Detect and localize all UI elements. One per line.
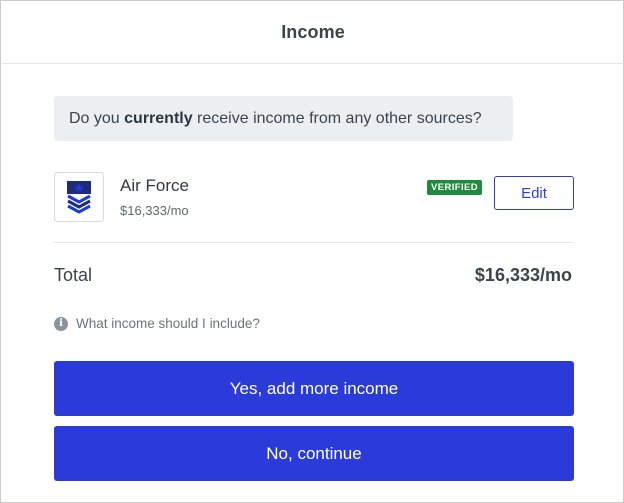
air-force-chevron-icon bbox=[54, 172, 104, 222]
question-emphasis: currently bbox=[124, 109, 193, 127]
income-source-name: Air Force bbox=[120, 176, 189, 195]
divider bbox=[54, 242, 574, 243]
total-label: Total bbox=[54, 265, 93, 285]
income-source-amount: $16,333/mo bbox=[120, 203, 189, 218]
info-icon: i bbox=[54, 316, 68, 331]
add-more-income-button[interactable]: Yes, add more income bbox=[54, 361, 574, 416]
income-source-row: Air Force $16,333/mo VERIFIED Edit bbox=[54, 172, 574, 224]
dialog-title: Income bbox=[281, 22, 345, 42]
question-prefix: Do you bbox=[69, 109, 125, 127]
income-dialog: Income Do you currently receive income f… bbox=[0, 0, 624, 503]
question-suffix: receive income from any other sources? bbox=[192, 109, 482, 127]
total-value: $16,333/mo bbox=[474, 265, 572, 285]
income-help-link[interactable]: i What income should I include? bbox=[54, 316, 260, 331]
help-link-label: What income should I include? bbox=[76, 316, 260, 331]
chevron-star-icon bbox=[67, 181, 91, 214]
continue-button[interactable]: No, continue bbox=[54, 426, 574, 481]
edit-income-button[interactable]: Edit bbox=[494, 176, 574, 210]
income-question: Do you currently receive income from any… bbox=[54, 96, 513, 141]
verified-badge: VERIFIED bbox=[427, 180, 483, 195]
dialog-header: Income bbox=[2, 2, 624, 64]
